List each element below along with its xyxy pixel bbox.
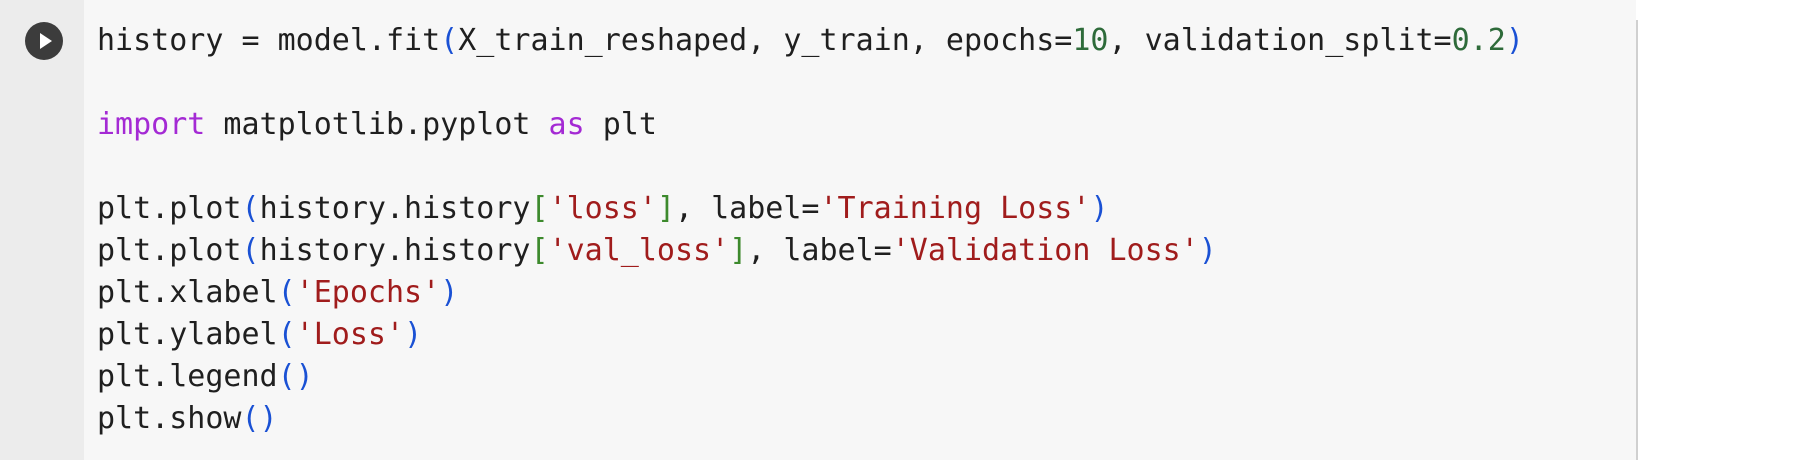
code-token-plain: , validation_split= — [1108, 23, 1452, 58]
code-token-num: 10 — [1072, 23, 1109, 58]
code-token-str: 'Epochs' — [295, 275, 441, 310]
code-token-plain: plt.plot — [97, 191, 242, 226]
code-line: plt.show() — [97, 398, 1524, 440]
code-token-plain: plt.ylabel — [97, 317, 278, 352]
code-token-plain: history.history — [259, 233, 531, 268]
code-token-str: 'Loss' — [295, 317, 405, 352]
code-token-kw: as — [548, 107, 585, 142]
code-token-plain: plt.legend — [97, 359, 278, 394]
code-token-plain: , label= — [675, 191, 820, 226]
cell-gutter — [0, 0, 84, 460]
code-line: history = model.fit(X_train_reshaped, y_… — [97, 20, 1524, 62]
code-token-plain: plt.show — [97, 401, 242, 436]
code-token-plain: plt — [584, 107, 657, 142]
code-token-bracket: [ — [530, 233, 549, 268]
code-token-paren: ) — [404, 317, 423, 352]
code-line: plt.xlabel('Epochs') — [97, 272, 1524, 314]
code-cell: history = model.fit(X_train_reshaped, y_… — [0, 0, 1808, 466]
code-token-paren: ) — [1090, 191, 1109, 226]
code-line: import matplotlib.pyplot as plt — [97, 104, 1524, 146]
code-token-paren: ( — [277, 275, 296, 310]
code-token-kw: import — [97, 107, 206, 142]
code-token-plain: history.history — [259, 191, 531, 226]
code-token-str: 'Training Loss' — [819, 191, 1091, 226]
code-token-paren: ( — [277, 317, 296, 352]
code-token-str: 'Validation Loss' — [891, 233, 1199, 268]
code-token-paren: () — [241, 401, 278, 436]
code-token-paren: () — [277, 359, 314, 394]
code-token-paren: ( — [440, 23, 459, 58]
code-token-paren: ) — [1198, 233, 1217, 268]
code-token-num: 0.2 — [1451, 23, 1506, 58]
code-token-paren: ) — [1505, 23, 1524, 58]
code-token-plain: plt.plot — [97, 233, 242, 268]
code-token-bracket: ] — [729, 233, 748, 268]
code-token-plain: , label= — [747, 233, 892, 268]
code-line: plt.ylabel('Loss') — [97, 314, 1524, 356]
code-token-bracket: ] — [656, 191, 675, 226]
code-line: plt.plot(history.history['loss'], label=… — [97, 188, 1524, 230]
code-token-plain: matplotlib.pyplot — [205, 107, 549, 142]
run-cell-button[interactable] — [25, 22, 63, 60]
code-token-str: 'val_loss' — [548, 233, 730, 268]
code-token-bracket: [ — [530, 191, 549, 226]
code-line: plt.legend() — [97, 356, 1524, 398]
editor-right-border — [1636, 20, 1638, 460]
code-line: plt.plot(history.history['val_loss'], la… — [97, 230, 1524, 272]
code-token-plain: X_train_reshaped, y_train, epochs= — [458, 23, 1073, 58]
code-token-plain: history = model.fit — [97, 23, 441, 58]
code-token-paren: ( — [241, 191, 260, 226]
code-token-str: 'loss' — [548, 191, 657, 226]
code-token-paren: ) — [440, 275, 459, 310]
code-token-plain: plt.xlabel — [97, 275, 278, 310]
code-text[interactable]: history = model.fit(X_train_reshaped, y_… — [97, 20, 1524, 440]
code-token-paren: ( — [241, 233, 260, 268]
